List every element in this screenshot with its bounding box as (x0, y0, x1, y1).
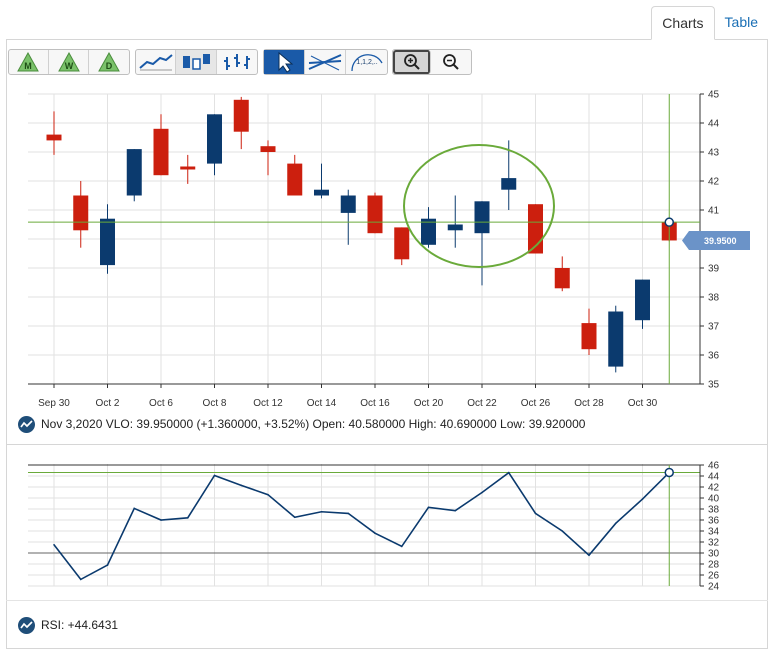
rsi-point (534, 512, 537, 515)
rsi-point (133, 507, 136, 510)
candle-body (287, 163, 303, 196)
date-tick-label: Oct 6 (149, 398, 173, 409)
rsi-point (400, 545, 403, 548)
rsi-bottom-divider (6, 600, 768, 601)
rsi-point (374, 532, 376, 534)
rsi-point (79, 578, 82, 581)
rsi-point (240, 484, 243, 487)
rsi-tick-label: 26 (708, 571, 720, 582)
crosshair-rsi-marker (664, 467, 674, 478)
price-tick-label: 41 (708, 206, 720, 217)
candle-body (180, 166, 196, 170)
price-tick-label: 37 (708, 322, 720, 333)
rsi-point (267, 493, 269, 496)
rsi-y-axis: 242628303234363840424446 (700, 461, 720, 593)
price-tick-label: 43 (708, 148, 720, 159)
indicator-icon[interactable] (18, 415, 35, 433)
candle-body (554, 268, 570, 289)
rsi-point (320, 510, 323, 513)
rsi-tick-label: 44 (708, 472, 720, 483)
candle-body (608, 311, 624, 367)
price-tick-label: 36 (708, 351, 720, 362)
last-price-label: 39.9500 (704, 236, 737, 246)
price-info-text: Nov 3,2020 VLO: 39.950000 (+1.360000, +3… (41, 417, 586, 431)
candle-body (340, 195, 356, 213)
date-tick-label: Oct 30 (628, 398, 658, 409)
crosshair-price-marker (664, 217, 674, 227)
rsi-tick-label: 40 (708, 494, 720, 505)
price-tick-label: 35 (708, 380, 720, 391)
candle-body (153, 128, 169, 176)
candle-body (474, 201, 490, 234)
rsi-tick-label: 28 (708, 560, 720, 571)
date-tick-label: Oct 28 (574, 398, 604, 409)
candle-body (233, 99, 249, 132)
rsi-point (293, 516, 296, 519)
rsi-point (213, 474, 216, 477)
candle-body (100, 218, 115, 266)
candle-body (207, 114, 222, 164)
price-tick-label: 45 (708, 90, 720, 101)
rsi-tick-label: 46 (708, 461, 720, 472)
candle-body (394, 227, 410, 260)
date-tick-label: Oct 22 (467, 398, 497, 409)
candle-body (126, 149, 142, 196)
price-tick-label: 44 (708, 119, 720, 130)
price-tick-label: 38 (708, 293, 720, 304)
rsi-point (561, 530, 564, 532)
price-tick-label: 39 (708, 264, 720, 275)
rsi-tick-label: 36 (708, 516, 720, 527)
rsi-point (186, 517, 189, 519)
rsi-point (53, 543, 55, 546)
rsi-point (106, 564, 109, 566)
rsi-point (347, 512, 350, 515)
rsi-point (160, 519, 162, 521)
date-tick-label: Oct 14 (307, 398, 337, 409)
date-tick-label: Sep 30 (38, 398, 70, 409)
tab-charts[interactable]: Charts (651, 6, 715, 40)
candle-body (581, 323, 597, 350)
rsi-point (481, 491, 483, 494)
rsi-tick-label: 38 (708, 505, 720, 516)
rsi-point (507, 471, 510, 474)
rsi-info-text: RSI: +44.6431 (41, 618, 119, 632)
candle-body (314, 189, 329, 196)
date-tick-label: Oct 16 (360, 398, 390, 409)
price-candles (46, 96, 677, 373)
date-tick-label: Oct 8 (203, 398, 227, 409)
rsi-polyline (53, 471, 670, 581)
rsi-point (641, 498, 644, 500)
rsi-tick-label: 42 (708, 483, 720, 494)
rsi-tick-label: 24 (708, 582, 720, 593)
pane-divider (6, 444, 768, 445)
rsi-indicator-icon[interactable] (18, 616, 35, 634)
rsi-tick-label: 34 (708, 527, 720, 538)
candle-body (260, 146, 276, 152)
date-tick-label: Oct 26 (521, 398, 551, 409)
candle-body (367, 195, 383, 234)
rsi-point (427, 506, 430, 509)
date-tick-label: Oct 2 (96, 398, 120, 409)
date-tick-label: Oct 20 (414, 398, 444, 409)
date-x-axis: Sep 30 Oct 2 Oct 6 Oct 8 Oct 12 Oct 14 Oct 16 O… (38, 384, 658, 409)
rsi-tick-label: 32 (708, 538, 720, 549)
candle-body (46, 134, 62, 141)
price-and-rsi-chart[interactable]: 35 36 37 38 39 40 41 42 43 44 45 Sep 30 Oct 2 Oct 6 O… (0, 0, 774, 655)
rsi-info-line: RSI: +44.6431 (18, 615, 118, 635)
candle-body (635, 279, 650, 321)
candle-body (73, 195, 89, 231)
date-tick-label: Oct 12 (253, 398, 283, 409)
rsi-point (454, 509, 457, 512)
candle-body (501, 178, 517, 190)
price-tick-label: 42 (708, 177, 720, 188)
price-info-line: Nov 3,2020 VLO: 39.950000 (+1.360000, +3… (18, 414, 585, 434)
rsi-tick-label: 30 (708, 549, 720, 560)
rsi-point (588, 554, 590, 556)
last-price-tag: 39.9500 (682, 231, 750, 250)
rsi-point (614, 522, 617, 525)
candle-body (447, 224, 463, 231)
